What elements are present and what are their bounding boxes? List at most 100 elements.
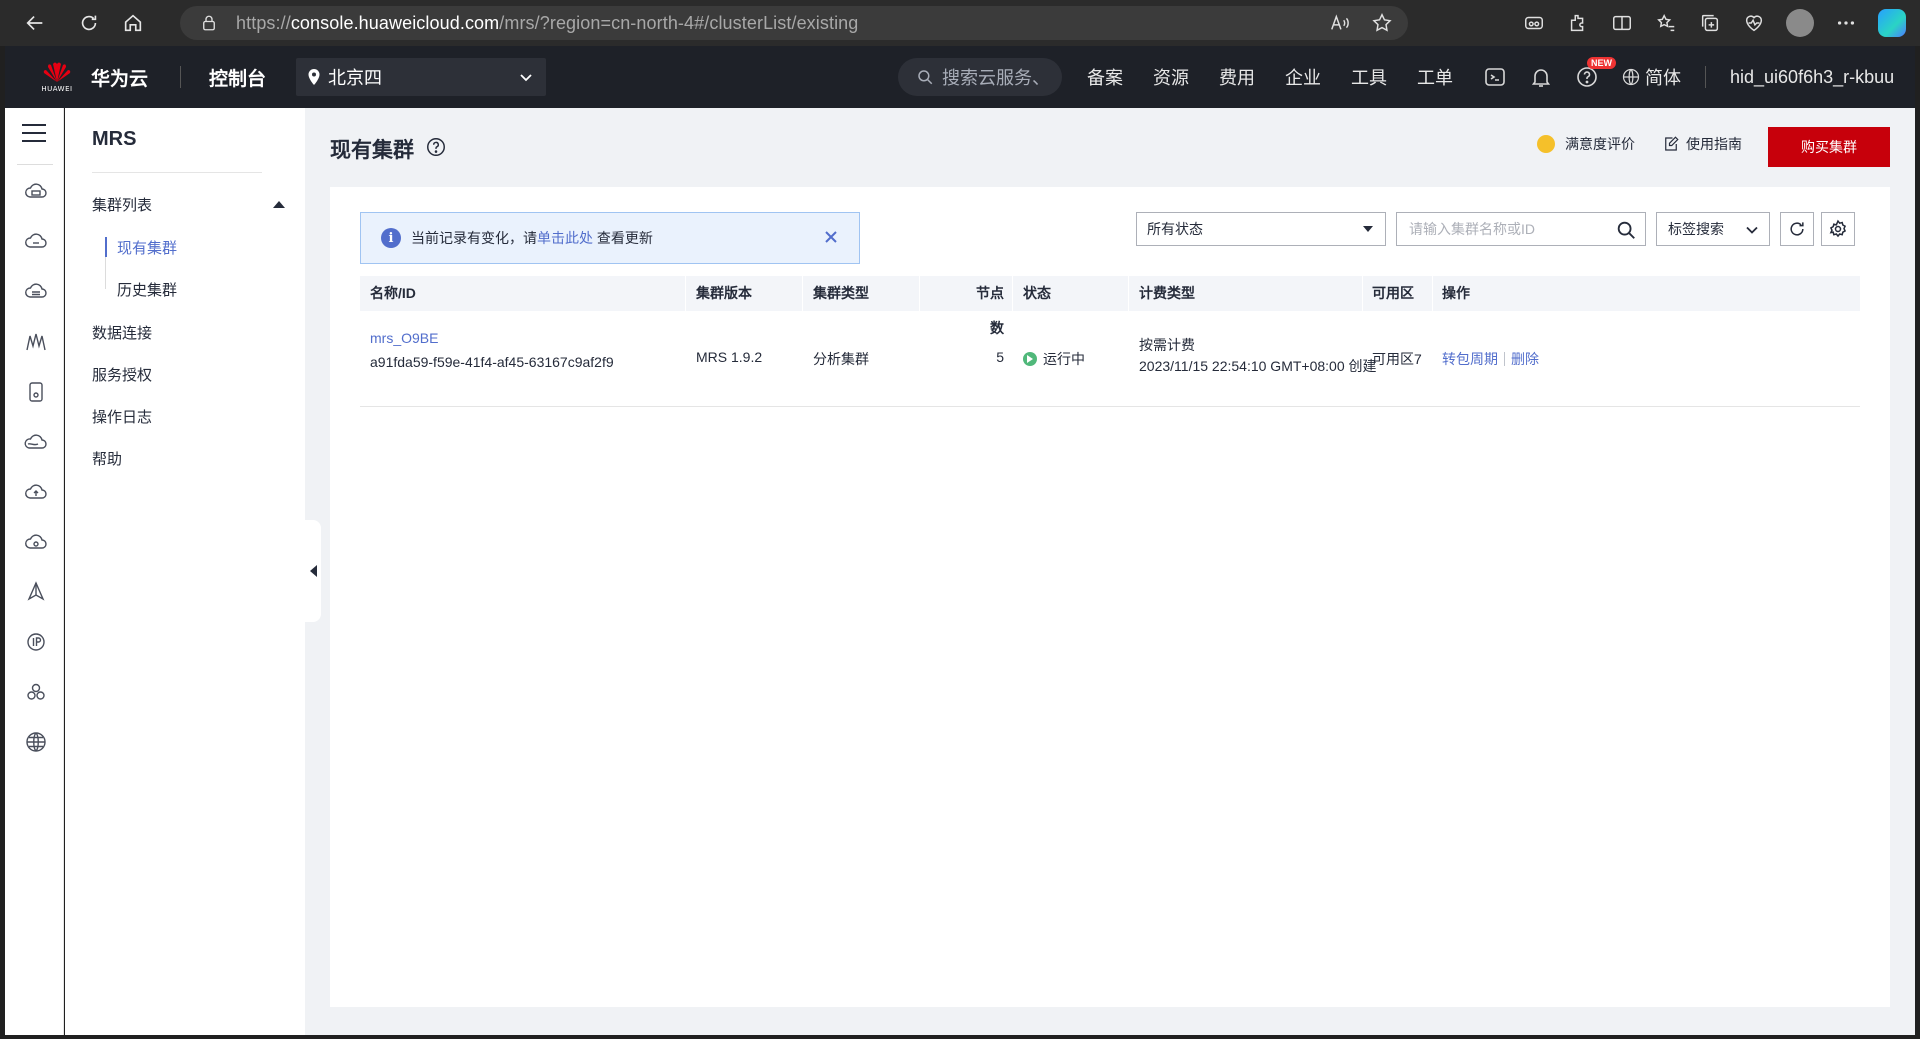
sidebar-item-service-auth[interactable]: 服务授权 — [92, 364, 152, 385]
elastic-ip-icon[interactable] — [24, 630, 48, 654]
update-notice: i 当前记录有变化，请 单击此处 查看更新 — [360, 212, 860, 264]
back-icon[interactable] — [18, 6, 52, 40]
sidebar-item-existing-clusters[interactable]: 现有集群 — [117, 237, 177, 258]
refresh-button[interactable] — [1780, 212, 1814, 246]
cloud-sync-icon[interactable] — [24, 530, 48, 554]
col-sep — [919, 276, 920, 311]
search-icon[interactable] — [1615, 219, 1637, 241]
nav-billing[interactable]: 费用 — [1219, 64, 1255, 90]
header-divider — [180, 66, 182, 88]
col-name-id[interactable]: 名称/ID — [370, 276, 416, 311]
col-sep — [1432, 276, 1433, 311]
username-menu[interactable]: hid_ui60f6h3_r-kbuu — [1730, 67, 1894, 88]
sidebar-collapse-toggle[interactable] — [305, 520, 321, 622]
op-divider — [1504, 352, 1505, 366]
tag-search-button[interactable]: 标签搜索 — [1656, 212, 1770, 246]
huawei-logo[interactable]: HUAWEI — [25, 46, 89, 108]
hamburger-menu-icon[interactable] — [22, 124, 46, 144]
browser-essentials-icon[interactable] — [1742, 11, 1766, 35]
service-title: MRS — [92, 128, 137, 150]
col-nodes[interactable]: 节点数 — [966, 276, 1004, 336]
running-status-icon — [1023, 352, 1037, 366]
profile-avatar[interactable] — [1786, 9, 1814, 37]
service-search[interactable]: 搜索云服务、 — [898, 58, 1062, 96]
refresh-link[interactable]: 单击此处 — [537, 228, 593, 248]
split-screen-icon[interactable] — [1610, 11, 1634, 35]
buy-cluster-button[interactable]: 购买集群 — [1768, 127, 1890, 167]
sidebar-item-data-connection[interactable]: 数据连接 — [92, 322, 152, 343]
more-options-icon[interactable] — [1834, 11, 1858, 35]
col-status[interactable]: 状态 — [1023, 276, 1051, 311]
delete-link[interactable]: 删除 — [1511, 351, 1539, 367]
mrs-analytics-icon[interactable] — [24, 330, 48, 354]
cloud-shell-icon[interactable] — [1483, 65, 1507, 89]
cluster-list-card: i 当前记录有变化，请 单击此处 查看更新 所有状态 请输入集群名称或ID 标签… — [330, 187, 1890, 1007]
address-bar[interactable]: https://console.huaweicloud.com/mrs/?reg… — [180, 6, 1408, 40]
refresh-icon — [1790, 222, 1804, 236]
smile-face-icon — [1537, 135, 1555, 153]
home-icon[interactable] — [116, 6, 150, 40]
billing-type: 按需计费 — [1139, 337, 1195, 353]
nav-resources[interactable]: 资源 — [1153, 64, 1189, 90]
close-icon[interactable] — [821, 227, 841, 247]
refresh-icon[interactable] — [72, 6, 106, 40]
nav-enterprise[interactable]: 企业 — [1285, 64, 1321, 90]
cluster-type: 分析集群 — [813, 351, 869, 367]
cloud-upload-icon[interactable] — [24, 480, 48, 504]
huawei-petal-icon — [43, 62, 71, 82]
collections-icon[interactable] — [1698, 11, 1722, 35]
page-title: 现有集群 — [330, 139, 414, 162]
read-aloud-icon[interactable] — [1328, 11, 1352, 35]
cluster-name-link[interactable]: mrs_O9BE — [370, 330, 438, 346]
nav-tools[interactable]: 工具 — [1351, 64, 1387, 90]
deployment-icon[interactable] — [24, 580, 48, 604]
extensions-puzzle-icon[interactable] — [1566, 11, 1590, 35]
copilot-icon[interactable] — [1878, 9, 1906, 37]
sidebar-item-help[interactable]: 帮助 — [92, 448, 122, 469]
col-version[interactable]: 集群版本 — [696, 276, 752, 311]
convert-to-yearly-link[interactable]: 转包周期 — [1442, 351, 1498, 367]
col-billing[interactable]: 计费类型 — [1139, 276, 1195, 311]
search-icon — [918, 70, 933, 85]
edit-document-icon — [1665, 136, 1679, 151]
ecs-cloud-server-icon[interactable] — [24, 180, 48, 204]
extension-glasses-icon[interactable] — [1522, 11, 1546, 35]
region-name: 北京四 — [328, 68, 383, 88]
cluster-nodes-icon[interactable] — [24, 680, 48, 704]
status-filter-select[interactable]: 所有状态 — [1136, 212, 1386, 246]
cluster-id: a91fda59-f59e-41f4-af45-63167c9af2f9 — [370, 354, 614, 370]
brand-name[interactable]: 华为云 — [91, 64, 148, 91]
col-sep — [1128, 276, 1129, 311]
sidebar-item-operation-log[interactable]: 操作日志 — [92, 406, 152, 427]
cloud-network-icon[interactable] — [24, 430, 48, 454]
language-switch[interactable]: 简体 — [1621, 64, 1681, 90]
collapse-triangle-icon[interactable] — [273, 201, 285, 208]
col-sep — [802, 276, 803, 311]
col-az[interactable]: 可用区 — [1372, 276, 1414, 311]
col-type[interactable]: 集群类型 — [813, 276, 869, 311]
cluster-search-input[interactable]: 请输入集群名称或ID — [1396, 212, 1646, 246]
table-header: 名称/ID 集群版本 集群类型 节点数 状态 计费类型 可用区 操作 — [360, 276, 1860, 336]
sidebar-item-cluster-list[interactable]: 集群列表 — [92, 194, 152, 215]
question-help-icon[interactable] — [425, 136, 447, 158]
web-globe-icon[interactable] — [24, 730, 48, 754]
nav-tickets[interactable]: 工单 — [1417, 64, 1453, 90]
sidebar-item-history-clusters[interactable]: 历史集群 — [117, 279, 177, 300]
region-selector[interactable]: 北京四 — [296, 58, 547, 96]
user-guide-link[interactable]: 使用指南 — [1662, 134, 1742, 154]
satisfaction-rating-link[interactable]: 满意度评价 — [1537, 134, 1635, 154]
storage-device-icon[interactable] — [24, 380, 48, 404]
console-link[interactable]: 控制台 — [209, 64, 266, 91]
availability-zone: 可用区7 — [1372, 351, 1422, 367]
nav-filing[interactable]: 备案 — [1087, 64, 1123, 90]
favorite-star-icon[interactable] — [1370, 11, 1394, 35]
settings-button[interactable] — [1821, 212, 1855, 246]
cloud-service-icon[interactable] — [24, 230, 48, 254]
cloud-database-icon[interactable] — [24, 280, 48, 304]
header-divider-right — [1705, 66, 1706, 88]
favorites-list-icon[interactable] — [1654, 11, 1678, 35]
dropdown-caret-icon — [1363, 226, 1373, 232]
created-time: 2023/11/15 22:54:10 GMT+08:00 创建 — [1139, 358, 1377, 374]
notification-bell-icon[interactable] — [1529, 65, 1553, 89]
help-center-icon[interactable]: NEW — [1575, 57, 1616, 89]
